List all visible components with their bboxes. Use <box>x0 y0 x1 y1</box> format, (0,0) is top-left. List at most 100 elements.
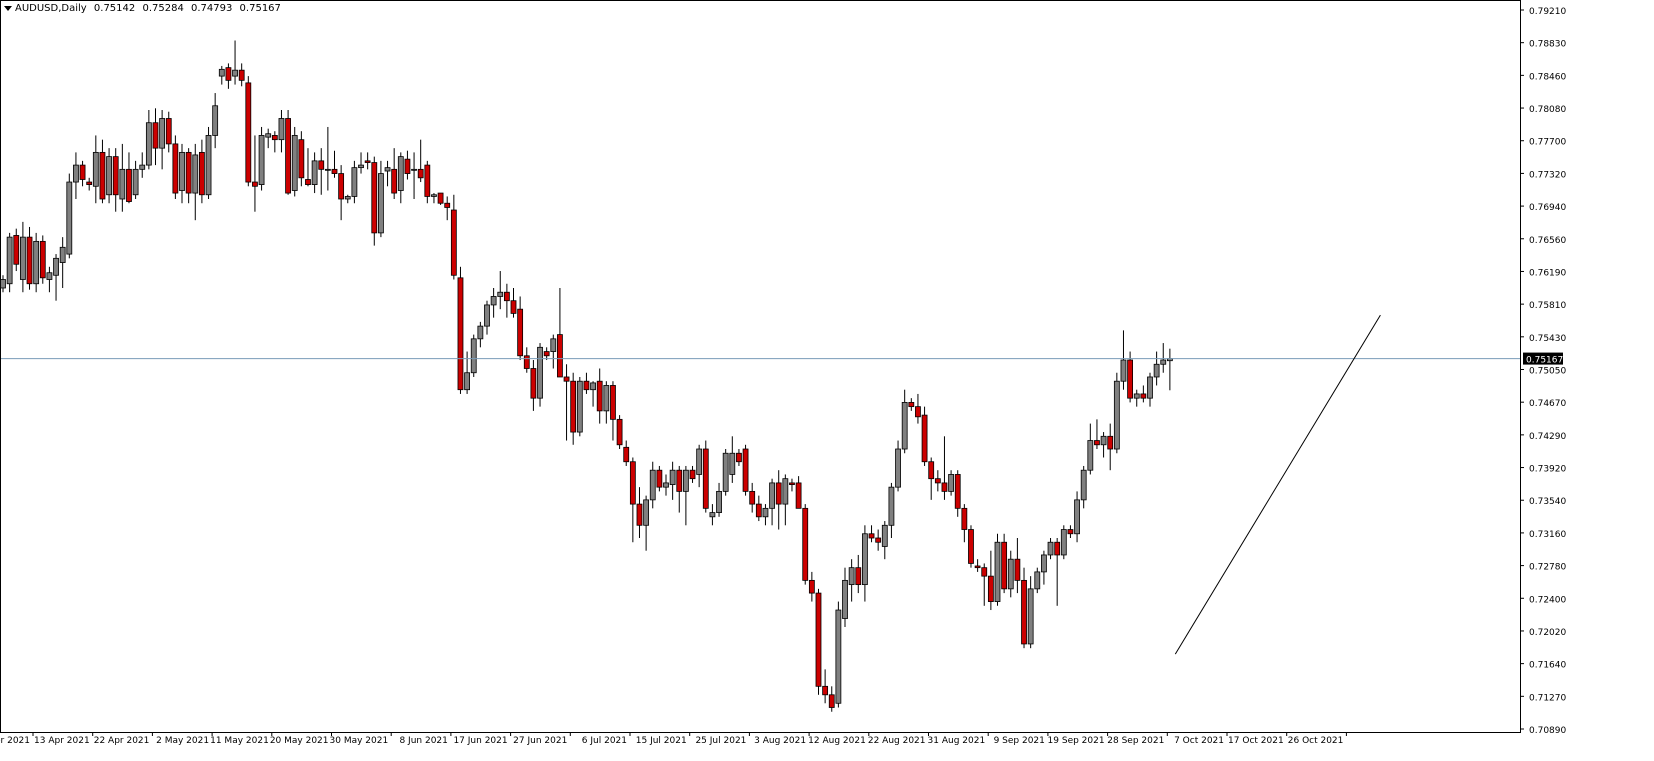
time-tick-label: 3 Aug 2021 <box>754 736 806 746</box>
bull-candle-body <box>351 167 358 197</box>
price-tick-label: 0.74290 <box>1529 432 1566 442</box>
bear-candle-body <box>391 168 398 194</box>
bear-candle-body <box>941 482 948 492</box>
bull-candle-body <box>73 164 79 183</box>
bear-candle-body <box>981 567 988 577</box>
bear-candle-body <box>530 368 537 399</box>
bear-candle-body <box>424 164 431 197</box>
bull-candle-body <box>33 240 40 285</box>
bear-candle-body <box>417 168 424 179</box>
time-tick-label: 22 Apr 2021 <box>94 736 150 746</box>
price-chart[interactable]: 0.79210 0.78830 0.78460 0.78080 0.77700 0.773… <box>0 0 1654 761</box>
bear-candle-body <box>371 162 378 234</box>
bear-candle-body <box>517 308 524 357</box>
bull-candle-body <box>378 173 384 234</box>
bull-candle-body <box>311 160 318 185</box>
bull-candle-body <box>92 151 99 187</box>
time-tick-label: 15 Jul 2021 <box>636 736 687 746</box>
bear-candle-body <box>444 202 451 208</box>
bear-candle-body <box>610 385 616 420</box>
bear-candle-body <box>795 482 802 509</box>
bear-candle-body <box>457 277 464 391</box>
price-tick-label: 0.75810 <box>1529 301 1566 311</box>
bull-candle-body <box>159 118 166 149</box>
bull-candle-body <box>1080 469 1087 501</box>
bull-candle-body <box>139 164 146 170</box>
time-tick-label: 9 Sep 2021 <box>994 736 1045 746</box>
bull-candle-body <box>649 469 656 501</box>
bear-candle-body <box>875 537 882 543</box>
bear-candle-body <box>1094 440 1100 446</box>
bull-candle-body <box>722 452 729 492</box>
bear-candle-body <box>79 164 86 180</box>
bear-candle-body <box>629 461 636 505</box>
bull-candle-body <box>0 279 6 289</box>
price-tick-label: 0.78460 <box>1529 72 1566 82</box>
bear-candle-body <box>596 380 603 412</box>
bull-candle-body <box>411 168 417 171</box>
bear-candle-body <box>987 575 994 602</box>
bull-candle-body <box>948 474 954 492</box>
price-tick-label: 0.74670 <box>1529 399 1566 409</box>
bear-candle-body <box>855 567 862 586</box>
bull-candle-body <box>901 402 908 450</box>
bear-candle-body <box>828 694 835 708</box>
bull-candle-body <box>205 135 212 196</box>
time-tick-label: 25 Jul 2021 <box>695 736 746 746</box>
bull-candle-body <box>46 272 53 280</box>
price-tick-label: 0.72020 <box>1529 628 1566 638</box>
bull-candle-body <box>431 194 437 197</box>
price-tick-label: 0.79210 <box>1529 7 1566 17</box>
bull-candle-body <box>895 448 901 488</box>
bull-candle-body <box>842 579 848 619</box>
price-tick-label: 0.78080 <box>1529 105 1566 115</box>
bull-candle-body <box>762 507 769 518</box>
bear-candle-body <box>1140 393 1147 399</box>
bull-candle-body <box>106 156 112 196</box>
time-tick-label: 7 Oct 2021 <box>1174 736 1224 746</box>
bull-candle-body <box>6 236 13 285</box>
bear-candle-body <box>112 156 119 196</box>
bull-candle-body <box>1007 558 1014 590</box>
bull-candle-body <box>550 338 557 352</box>
bear-candle-body <box>404 158 411 174</box>
time-axis: 4 Apr 2021 13 Apr 2021 22 Apr 2021 2 May 20… <box>0 732 1347 746</box>
bear-candle-body <box>338 173 345 200</box>
bull-candle-body <box>258 135 265 185</box>
bull-candle-body <box>179 151 185 191</box>
bull-candle-body <box>1147 376 1153 399</box>
bear-candle-body <box>915 406 921 418</box>
price-axis: 0.79210 0.78830 0.78460 0.78080 0.77700 0.773… <box>1520 7 1566 736</box>
price-tick-label: 0.73920 <box>1529 465 1566 475</box>
bear-candle-body <box>775 482 782 505</box>
bull-candle-body <box>1027 588 1034 645</box>
bear-candle-body <box>252 181 258 187</box>
bull-candle-body <box>192 154 199 194</box>
bull-candle-body <box>1133 393 1140 399</box>
bear-candle-body <box>245 82 252 183</box>
bull-candle-body <box>232 69 238 77</box>
bear-candle-body <box>298 139 305 179</box>
bull-candle-body <box>1160 359 1167 365</box>
bull-candle-body <box>1060 529 1067 556</box>
bear-candle-body <box>437 192 444 204</box>
bull-candle-body <box>682 469 689 492</box>
bull-candle-body <box>484 304 490 327</box>
bear-candle-body <box>1021 579 1027 645</box>
bear-candle-body <box>26 236 33 285</box>
bull-candle-body <box>344 196 351 200</box>
current-price-tag: 0.75167 <box>1523 352 1563 366</box>
bear-candle-body <box>543 351 550 357</box>
price-tick-label: 0.71640 <box>1529 661 1566 671</box>
time-tick-label: 28 Sep 2021 <box>1107 736 1164 746</box>
bull-candle-body <box>1034 571 1041 590</box>
bull-candle-body <box>729 452 736 475</box>
bear-candle-body <box>271 135 278 141</box>
bull-candle-body <box>324 168 331 171</box>
bear-candle-body <box>1054 541 1061 556</box>
bull-candle-body <box>470 338 477 374</box>
bear-candle-body <box>808 579 815 594</box>
bull-candle-body <box>590 382 596 391</box>
price-tick-label: 0.78830 <box>1529 40 1566 50</box>
trendline[interactable] <box>1174 314 1381 655</box>
